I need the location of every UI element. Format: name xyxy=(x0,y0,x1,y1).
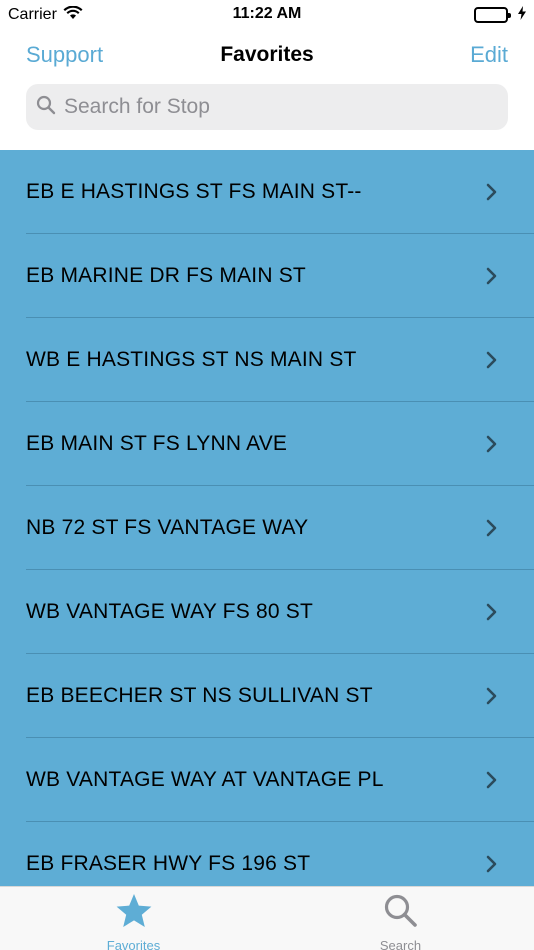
list-item[interactable]: EB BEECHER ST NS SULLIVAN ST xyxy=(0,654,534,738)
carrier-label: Carrier xyxy=(8,6,57,23)
search-icon xyxy=(36,95,56,120)
charging-icon xyxy=(518,5,526,25)
list-item[interactable]: EB FRASER HWY FS 196 ST xyxy=(0,822,534,886)
chevron-right-icon xyxy=(486,603,498,626)
chevron-right-icon xyxy=(486,687,498,710)
search-icon xyxy=(383,893,419,934)
stop-name: EB FRASER HWY FS 196 ST xyxy=(26,852,311,875)
list-item[interactable]: WB VANTAGE WAY FS 80 ST xyxy=(0,570,534,654)
list-item[interactable]: EB E HASTINGS ST FS MAIN ST-- xyxy=(0,150,534,234)
list-item[interactable]: EB MAIN ST FS LYNN AVE xyxy=(0,402,534,486)
search-field-container[interactable] xyxy=(26,84,508,130)
tab-label: Favorites xyxy=(106,938,161,950)
list-item[interactable]: NB 72 ST FS VANTAGE WAY xyxy=(0,486,534,570)
stop-name: EB E HASTINGS ST FS MAIN ST-- xyxy=(26,180,362,203)
chevron-right-icon xyxy=(486,519,498,542)
search-bar xyxy=(26,84,508,130)
stop-name: EB BEECHER ST NS SULLIVAN ST xyxy=(26,684,373,707)
list-item[interactable]: WB E HASTINGS ST NS MAIN ST xyxy=(0,318,534,402)
chevron-right-icon xyxy=(486,435,498,458)
chevron-right-icon xyxy=(486,267,498,290)
list-item[interactable]: WB VANTAGE WAY AT VANTAGE PL xyxy=(0,738,534,822)
tab-favorites[interactable]: Favorites xyxy=(0,887,267,950)
tab-bar: Favorites Search xyxy=(0,886,534,950)
star-icon xyxy=(115,893,153,934)
tab-label: Search xyxy=(379,938,422,950)
list-item[interactable]: EB MARINE DR FS MAIN ST xyxy=(0,234,534,318)
stop-name: EB MAIN ST FS LYNN AVE xyxy=(26,432,288,455)
chevron-right-icon xyxy=(486,183,498,206)
battery-icon xyxy=(474,7,511,23)
stop-name: WB E HASTINGS ST NS MAIN ST xyxy=(26,348,357,371)
tab-search[interactable]: Search xyxy=(267,887,534,950)
stop-name: WB VANTAGE WAY FS 80 ST xyxy=(26,600,313,623)
navigation-bar: Support Favorites Edit xyxy=(0,30,534,80)
status-right xyxy=(474,5,526,25)
chevron-right-icon xyxy=(486,855,498,878)
edit-button[interactable]: Edit xyxy=(470,42,508,68)
status-left: Carrier xyxy=(8,5,83,25)
wifi-icon xyxy=(63,5,83,25)
support-button[interactable]: Support xyxy=(26,42,103,68)
chevron-right-icon xyxy=(486,771,498,794)
chevron-right-icon xyxy=(486,351,498,374)
stop-name: NB 72 ST FS VANTAGE WAY xyxy=(26,516,309,539)
search-input[interactable] xyxy=(64,95,484,119)
favorites-list: EB E HASTINGS ST FS MAIN ST-- EB MARINE … xyxy=(0,150,534,886)
stop-name: EB MARINE DR FS MAIN ST xyxy=(26,264,306,287)
status-bar: Carrier 11:22 AM xyxy=(0,0,534,30)
stop-name: WB VANTAGE WAY AT VANTAGE PL xyxy=(26,768,384,791)
